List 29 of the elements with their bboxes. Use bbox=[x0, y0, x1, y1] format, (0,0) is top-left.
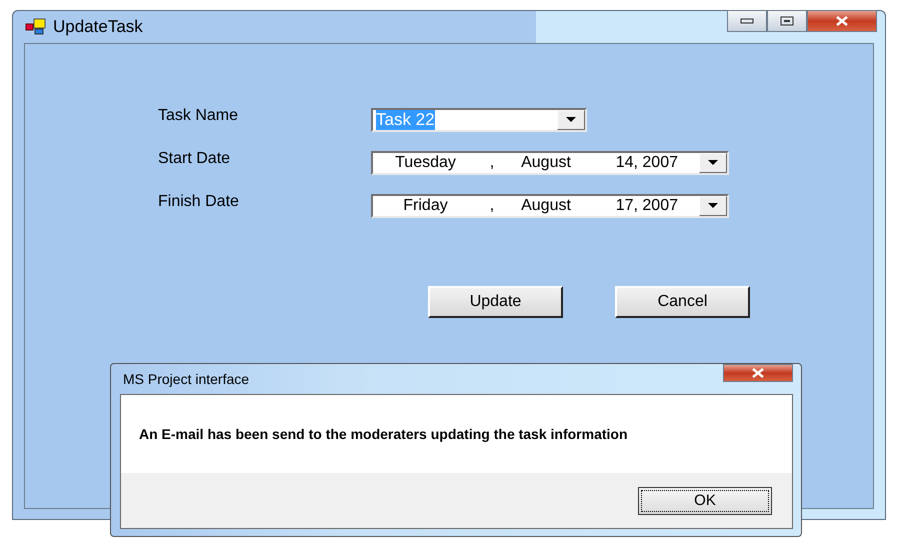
date-part: 17, 2007 bbox=[614, 197, 678, 215]
date-part: August bbox=[520, 197, 572, 215]
window-title: UpdateTask bbox=[53, 17, 143, 37]
form-button[interactable]: Cancel bbox=[615, 286, 750, 318]
app-icon bbox=[25, 18, 47, 36]
close-icon bbox=[834, 16, 850, 26]
date-part: August bbox=[520, 154, 572, 172]
minimize-icon bbox=[740, 18, 754, 24]
dropdown-value: Task 22 bbox=[376, 110, 435, 130]
date-part: Tuesday bbox=[394, 154, 457, 172]
dialog-message: An E-mail has been send to the moderaters updating the task information bbox=[139, 426, 628, 442]
field-label: Finish Date bbox=[158, 193, 239, 211]
date-picker[interactable]: Tuesday , August 14, 2007 bbox=[371, 151, 729, 175]
minimize-button[interactable] bbox=[727, 10, 767, 32]
date-part: , bbox=[488, 197, 496, 215]
date-part: 14, 2007 bbox=[614, 154, 678, 172]
close-button[interactable] bbox=[723, 364, 793, 382]
form-button[interactable]: Update bbox=[428, 286, 563, 318]
ok-button[interactable]: OK bbox=[638, 486, 772, 514]
dialog-title: MS Project interface bbox=[123, 371, 250, 387]
date-part: Friday bbox=[402, 197, 449, 215]
close-button[interactable] bbox=[807, 10, 877, 32]
date-part: , bbox=[488, 154, 496, 172]
date-picker[interactable]: Friday , August 17, 2007 bbox=[371, 194, 729, 218]
close-icon bbox=[750, 368, 766, 378]
field-label: Start Date bbox=[158, 150, 230, 168]
maximize-icon bbox=[780, 16, 794, 26]
maximize-button[interactable] bbox=[767, 10, 807, 32]
field-label: Task Name bbox=[158, 107, 238, 125]
